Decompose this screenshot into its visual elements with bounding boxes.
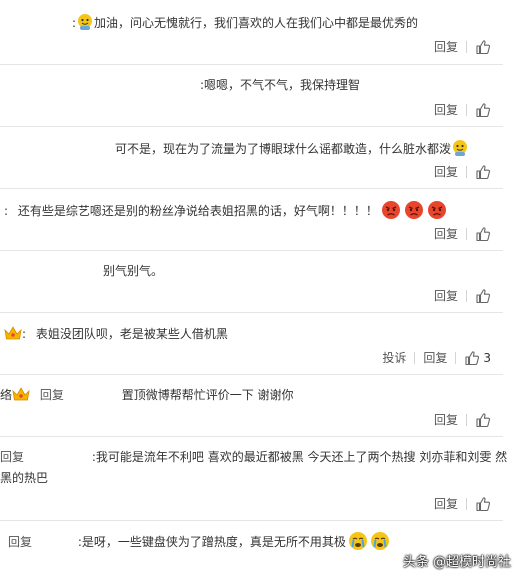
thumbs-up-icon[interactable] bbox=[475, 39, 491, 55]
angry-face-emoji bbox=[427, 201, 446, 219]
thumbs-up-icon[interactable] bbox=[475, 288, 491, 304]
comment-item: 可不是，现在为了流量为了博眼球什么谣都敢造，什么脏水都泼 回复 bbox=[0, 126, 503, 189]
inline-reply-link[interactable]: 回复 bbox=[0, 450, 24, 464]
reply-button[interactable]: 回复 bbox=[434, 287, 458, 304]
comment-text-line: 回复 :是呀，一些键盘侠为了蹭热度，真是无所不用其极 bbox=[8, 531, 390, 551]
comment-list: : 加油，问心无愧就行，我们喜欢的人在我们心中都是最优秀的 回复 :嗯嗯，不气不气… bbox=[0, 0, 521, 580]
comment-actions: 回复 bbox=[420, 101, 491, 118]
comment-text-line: 回复 :我可能是流年不利吧 喜欢的最近都被黑 今天还上了两个热搜 刘亦菲和刘雯 … bbox=[0, 449, 507, 465]
reply-button[interactable]: 回复 bbox=[434, 495, 458, 512]
comment-text: :我可能是流年不利吧 喜欢的最近都被黑 今天还上了两个热搜 刘亦菲和刘雯 然 bbox=[91, 450, 508, 464]
comment-text: 可不是，现在为了流量为了博眼球什么谣都敢造，什么脏水都泼 bbox=[115, 142, 452, 156]
thumbs-up-icon[interactable] bbox=[475, 496, 491, 512]
comment-text-continued: 黑的热巴 bbox=[0, 471, 49, 485]
comment-item: 别气别气。 回复 bbox=[0, 250, 503, 313]
comment-item: : 表姐没团队呗，老是被某些人借机黑 投诉 回复 3 bbox=[0, 312, 503, 375]
divider bbox=[466, 289, 467, 302]
comment-actions: 回复 bbox=[420, 495, 491, 512]
divider bbox=[466, 497, 467, 510]
reply-button[interactable]: 回复 bbox=[423, 349, 447, 366]
thumbs-up-icon[interactable] bbox=[475, 102, 491, 118]
comment-text-line: : 表姐没团队呗，老是被某些人借机黑 bbox=[4, 325, 228, 342]
thumbs-up-icon[interactable] bbox=[464, 350, 480, 366]
comment-text: 置顶微博帮帮忙评价一下 谢谢你 bbox=[121, 388, 294, 402]
comment-actions: 投诉 回复 3 bbox=[368, 349, 491, 366]
report-button[interactable]: 投诉 bbox=[382, 349, 406, 366]
comment-text-line: :嗯嗯，不气不气，我保持理智 bbox=[200, 77, 360, 93]
angry-face-emoji bbox=[381, 201, 400, 219]
comment-item: 络 回复 置顶微博帮帮忙评价一下 谢谢你 回复 bbox=[0, 374, 503, 437]
comment-actions: 回复 bbox=[420, 225, 491, 242]
comment-text: 嗯嗯，不气不气，我保持理智 bbox=[204, 78, 361, 92]
reply-button[interactable]: 回复 bbox=[434, 411, 458, 428]
comment-text-line: 黑的热巴 bbox=[0, 470, 48, 486]
divider bbox=[455, 351, 457, 364]
divider bbox=[466, 227, 467, 240]
comment-author-fragment: 络 bbox=[0, 388, 13, 402]
thumbs-up-icon[interactable] bbox=[475, 226, 491, 242]
comment-text: 还有些是综艺嗯还是别的粉丝净说给表姐招黑的话，好气啊！！！！ bbox=[17, 204, 378, 218]
comment-actions: 回复 bbox=[420, 411, 491, 428]
comment-actions: 回复 bbox=[420, 287, 491, 304]
like-count: 3 bbox=[483, 350, 491, 365]
inline-reply-link[interactable]: 回复 bbox=[40, 388, 64, 402]
comment-author-colon: : bbox=[22, 327, 27, 341]
comment-text: 表姐没团队呗，老是被某些人借机黑 bbox=[35, 327, 228, 341]
comment-text-line: 别气别气。 bbox=[103, 263, 163, 279]
comment-author-colon: : bbox=[4, 204, 9, 218]
divider bbox=[466, 165, 467, 178]
comment-actions: 回复 bbox=[420, 163, 491, 180]
divider bbox=[466, 40, 467, 53]
comment-item: 回复 :我可能是流年不利吧 喜欢的最近都被黑 今天还上了两个热搜 刘亦菲和刘雯 … bbox=[0, 436, 507, 521]
comment-item: : 还有些是综艺嗯还是别的粉丝净说给表姐招黑的话，好气啊！！！！ 回复 bbox=[0, 188, 503, 251]
crying-face-emoji bbox=[370, 532, 389, 550]
crown-badge-icon bbox=[4, 326, 22, 340]
reply-button[interactable]: 回复 bbox=[434, 163, 458, 180]
comment-item: : 加油，问心无愧就行，我们喜欢的人在我们心中都是最优秀的 回复 bbox=[0, 0, 503, 65]
comment-text-line: 可不是，现在为了流量为了博眼球什么谣都敢造，什么脏水都泼 bbox=[115, 139, 469, 157]
comment-text: 别气别气。 bbox=[103, 264, 164, 278]
divider bbox=[466, 413, 467, 426]
crying-face-emoji bbox=[348, 532, 367, 550]
inline-reply-link[interactable]: 回复 bbox=[8, 535, 32, 549]
divider bbox=[466, 103, 467, 116]
watermark: 头条 @超模时尚社 bbox=[402, 555, 511, 570]
comment-item: :嗯嗯，不气不气，我保持理智 回复 bbox=[0, 64, 503, 127]
thumbs-up-icon[interactable] bbox=[475, 412, 491, 428]
reply-button[interactable]: 回复 bbox=[434, 101, 458, 118]
comment-text: 加油，问心无愧就行，我们喜欢的人在我们心中都是最优秀的 bbox=[94, 16, 419, 30]
comment-text-line: : 还有些是综艺嗯还是别的粉丝净说给表姐招黑的话，好气啊！！！！ bbox=[4, 200, 447, 220]
crown-badge-icon bbox=[12, 387, 30, 401]
thumbs-up-icon[interactable] bbox=[475, 164, 491, 180]
angry-face-emoji bbox=[404, 201, 423, 219]
comment-text-line: 络 回复 置顶微博帮帮忙评价一下 谢谢你 bbox=[0, 386, 294, 403]
comment-text-line: : 加油，问心无愧就行，我们喜欢的人在我们心中都是最优秀的 bbox=[72, 13, 418, 31]
reply-button[interactable]: 回复 bbox=[434, 225, 458, 242]
divider bbox=[414, 351, 416, 364]
reply-button[interactable]: 回复 bbox=[434, 38, 458, 55]
comment-text: :是呀，一些键盘侠为了蹭热度，真是无所不用其极 bbox=[77, 535, 346, 549]
yellow-face-emoji bbox=[453, 140, 468, 156]
yellow-face-emoji bbox=[78, 14, 93, 30]
comment-item: 回复 :是呀，一些键盘侠为了蹭热度，真是无所不用其极 bbox=[0, 520, 503, 580]
comment-actions: 回复 bbox=[420, 38, 491, 55]
